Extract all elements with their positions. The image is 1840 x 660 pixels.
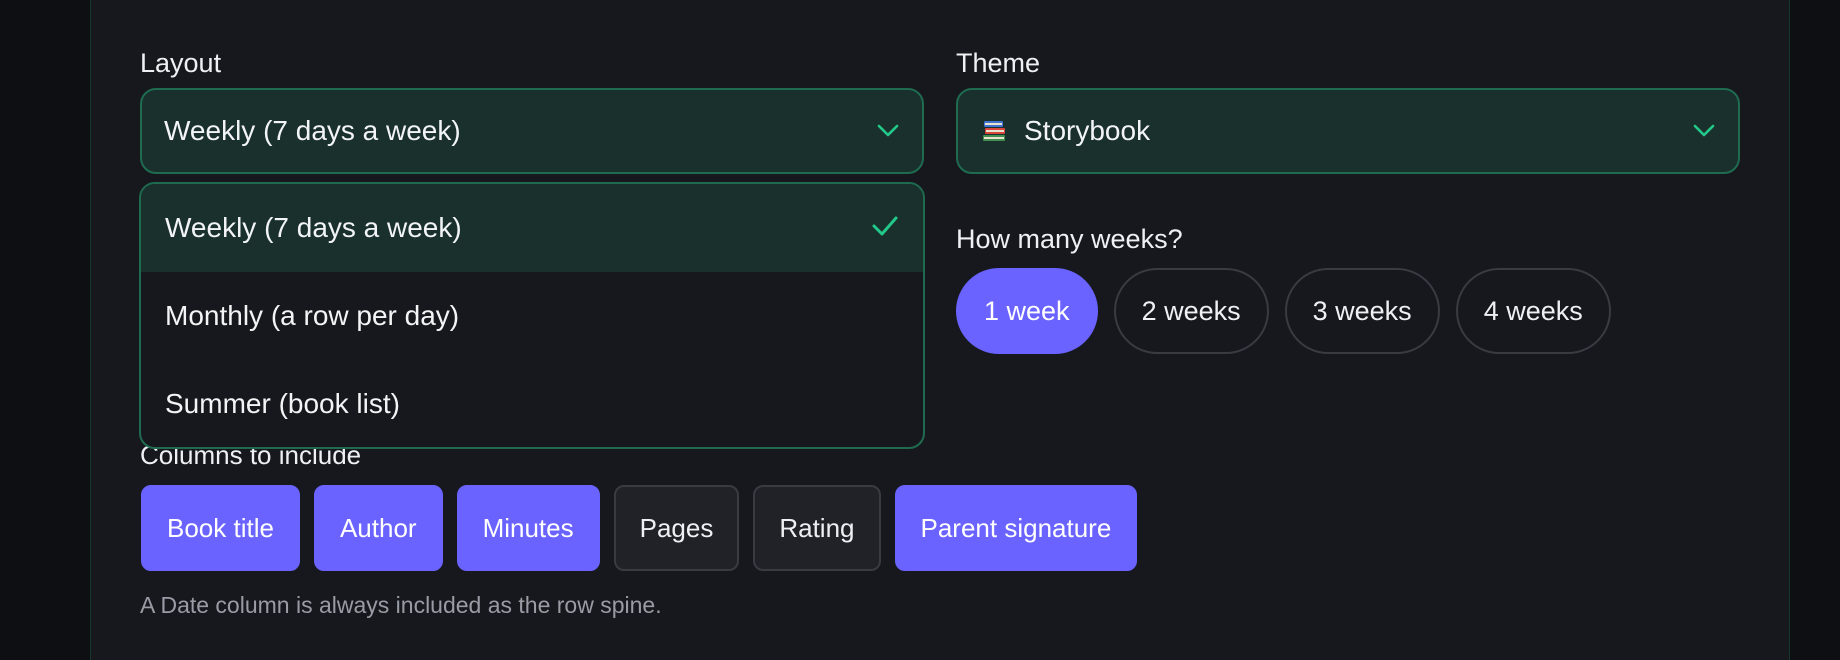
layout-label: Layout	[140, 48, 222, 78]
weeks-option-3[interactable]: 3 weeks	[1284, 268, 1440, 354]
layout-option-weekly[interactable]: Weekly (7 days a week)	[141, 184, 923, 272]
weeks-segmented-control: 1 week 2 weeks 3 weeks 4 weeks	[956, 268, 1611, 354]
chevron-down-icon	[876, 119, 900, 143]
column-chip-book-title[interactable]: Book title	[141, 485, 300, 571]
weeks-option-4[interactable]: 4 weeks	[1455, 268, 1611, 354]
column-chip-author[interactable]: Author	[313, 485, 443, 571]
layout-select-value: Weekly (7 days a week)	[164, 115, 461, 146]
column-chip-minutes[interactable]: Minutes	[456, 485, 600, 571]
weeks-option-2[interactable]: 2 weeks	[1113, 268, 1269, 354]
layout-option-label: Summer (book list)	[165, 388, 400, 419]
theme-select-value: Storybook	[1024, 115, 1151, 146]
layout-option-summer[interactable]: Summer (book list)	[141, 360, 923, 447]
chevron-down-icon	[1692, 119, 1716, 143]
theme-select[interactable]: Storybook	[956, 88, 1740, 174]
books-icon	[980, 117, 1008, 145]
weeks-label: How many weeks?	[956, 224, 1183, 254]
layout-dropdown-menu: Weekly (7 days a week) Monthly (a row pe…	[139, 182, 925, 449]
layout-select[interactable]: Weekly (7 days a week)	[140, 88, 924, 174]
checkmark-icon	[871, 212, 899, 244]
columns-hint: A Date column is always included as the …	[140, 592, 662, 618]
layout-option-label: Weekly (7 days a week)	[165, 212, 462, 243]
column-chip-parent-signature[interactable]: Parent signature	[894, 485, 1138, 571]
weeks-option-1[interactable]: 1 week	[956, 268, 1098, 354]
theme-label: Theme	[956, 48, 1041, 78]
column-chip-rating[interactable]: Rating	[753, 485, 881, 571]
layout-option-monthly[interactable]: Monthly (a row per day)	[141, 272, 923, 360]
layout-option-label: Monthly (a row per day)	[165, 300, 460, 331]
columns-chip-group: Book title Author Minutes Pages Rating P…	[141, 485, 1138, 571]
column-chip-pages[interactable]: Pages	[613, 485, 740, 571]
